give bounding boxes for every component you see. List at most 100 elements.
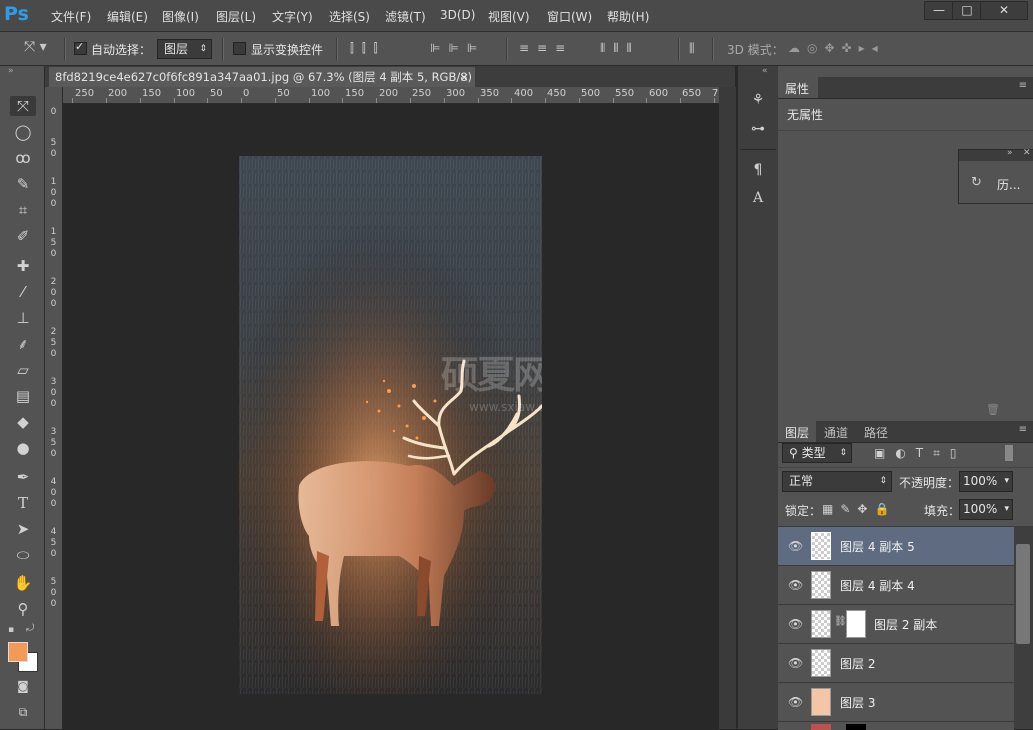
- layer-thumbnail: [811, 688, 831, 716]
- collapse-toolbar-icon[interactable]: »: [8, 66, 14, 76]
- document-image[interactable]: 硕夏网 www.sxiaw.com: [239, 156, 542, 694]
- quick-selection-icon[interactable]: ✎: [10, 174, 36, 194]
- layer-row[interactable]: 👁 图层 4 副本 5: [778, 526, 1014, 565]
- character-panel-icon[interactable]: A: [747, 190, 769, 210]
- distribute-horizontal-icons[interactable]: ⦀⦀⦀: [600, 41, 640, 56]
- menu-filter[interactable]: 滤镜(T): [385, 8, 426, 25]
- menu-view[interactable]: 视图(V): [488, 8, 530, 25]
- eyedropper-icon[interactable]: ✐: [10, 226, 36, 246]
- filter-toggle[interactable]: [1005, 445, 1013, 461]
- gradient-icon[interactable]: ▤: [10, 386, 36, 406]
- ruler-label: 7: [712, 88, 719, 99]
- document-vertical-scrollbar[interactable]: [719, 87, 736, 729]
- layer-row[interactable]: 👁 图层 2: [778, 643, 1014, 682]
- close-document-icon[interactable]: ×: [459, 67, 469, 87]
- layer-row[interactable]: 👁 ⛓ 图层 2 副本: [778, 604, 1014, 643]
- blend-mode-dropdown[interactable]: 正常 ⇕: [782, 471, 892, 492]
- layer-filter-dropdown[interactable]: ⚲ 类型 ⇕: [782, 443, 852, 463]
- tab-layers[interactable]: 图层: [778, 421, 816, 442]
- ellipse-shape-icon[interactable]: ⬭: [10, 545, 36, 565]
- tab-properties[interactable]: 属性: [778, 77, 818, 98]
- collapse-strip-icon[interactable]: «: [762, 66, 768, 76]
- menu-edit[interactable]: 编辑(E): [107, 8, 148, 25]
- close-icon[interactable]: ✕: [1023, 148, 1031, 158]
- eye-icon[interactable]: 👁: [788, 617, 803, 631]
- menu-image[interactable]: 图像(I): [162, 8, 199, 25]
- ruler-label: 0: [50, 249, 57, 259]
- show-transform-checkbox[interactable]: [233, 42, 246, 55]
- floating-panel-header[interactable]: » ✕: [959, 148, 1033, 161]
- history-label[interactable]: 历...: [997, 176, 1020, 193]
- align-icons[interactable]: ⫿⫿⫿: [350, 41, 386, 56]
- auto-select-checkbox[interactable]: ✓: [74, 40, 87, 55]
- auto-select-target-dropdown[interactable]: 图层 ⇕: [157, 39, 212, 59]
- adjust-panel-icon[interactable]: ⚘: [747, 92, 769, 112]
- properties-content: 无属性: [787, 108, 824, 122]
- opacity-field[interactable]: 100% ▾: [959, 471, 1013, 492]
- pen-icon[interactable]: ✒: [10, 467, 36, 487]
- paragraph-panel-icon[interactable]: ¶: [747, 162, 769, 182]
- default-colors-icon[interactable]: ▪: [8, 625, 14, 635]
- elk-photo: [239, 156, 542, 694]
- trash-icon[interactable]: 🗑: [986, 403, 1000, 416]
- layers-scrollbar[interactable]: [1014, 526, 1033, 729]
- zoom-icon[interactable]: ⚲: [10, 599, 36, 619]
- clone-stamp-icon[interactable]: ⊥: [10, 308, 36, 328]
- menu-file[interactable]: 文件(F): [51, 8, 91, 25]
- eraser-icon[interactable]: ▱: [10, 360, 36, 380]
- swap-colors-icon[interactable]: ⤾: [26, 623, 34, 634]
- move-tool-preset-icon[interactable]: ⤧ ▾: [24, 39, 47, 55]
- auto-align-icon[interactable]: ⫼: [689, 41, 695, 56]
- lock-icons[interactable]: ▦✎✥🔒: [822, 502, 896, 516]
- 3d-mode-icons[interactable]: ☁◎✥✜▸◂: [788, 41, 885, 55]
- eye-icon[interactable]: 👁: [788, 656, 803, 670]
- history-brush-icon[interactable]: ⸙: [10, 334, 36, 354]
- panel-menu-icon[interactable]: ≡: [1019, 80, 1027, 91]
- layer-thumbnail: [811, 571, 831, 599]
- layer-row[interactable]: 👁 图层 3: [778, 682, 1014, 721]
- lasso-icon[interactable]: ꝏ: [10, 148, 36, 168]
- hand-icon[interactable]: ✋: [10, 573, 36, 593]
- blur-icon[interactable]: ◆: [10, 412, 36, 432]
- eye-icon[interactable]: 👁: [788, 539, 803, 553]
- layer-row[interactable]: 👁 图层 4 副本 4: [778, 565, 1014, 604]
- menu-3d[interactable]: 3D(D): [440, 8, 475, 22]
- menu-help[interactable]: 帮助(H): [607, 8, 649, 25]
- document-tab[interactable]: 8fd8219ce4e627c0f6fc891a347aa01.jpg @ 67…: [49, 67, 475, 87]
- menu-select[interactable]: 选择(S): [329, 8, 370, 25]
- fill-field[interactable]: 100% ▾: [959, 499, 1013, 520]
- tab-channels[interactable]: 通道: [824, 424, 848, 441]
- dodge-icon[interactable]: ●: [10, 438, 36, 458]
- layer-filter-icons[interactable]: ▣◐T⌗▯: [874, 446, 967, 461]
- move-tool-icon[interactable]: ⤧: [10, 96, 36, 116]
- elliptical-marquee-icon[interactable]: ◯: [10, 122, 36, 142]
- panel-menu-icon[interactable]: ≡: [1019, 424, 1027, 435]
- history-icon[interactable]: ↻: [971, 175, 982, 190]
- healing-brush-icon[interactable]: ✚: [10, 256, 36, 276]
- collapse-icon[interactable]: »: [1007, 148, 1013, 158]
- divider: [222, 38, 224, 60]
- foreground-color-swatch[interactable]: [8, 642, 28, 662]
- brush-icon[interactable]: ⁄: [10, 282, 36, 302]
- ruler-label: 0: [50, 588, 57, 598]
- distribute-vertical-icons[interactable]: ≡≡≡: [519, 41, 573, 55]
- tab-paths[interactable]: 路径: [864, 424, 888, 441]
- crop-icon[interactable]: ⌗: [10, 200, 36, 220]
- eye-icon[interactable]: 👁: [788, 695, 803, 709]
- layer-mask-thumbnail[interactable]: [846, 610, 866, 638]
- photoshop-logo: Ps: [4, 3, 29, 25]
- minimize-button[interactable]: —: [924, 1, 954, 20]
- eye-icon[interactable]: 👁: [788, 578, 803, 592]
- path-selection-icon[interactable]: ➤: [10, 519, 36, 539]
- screen-mode-icon[interactable]: ⧉: [10, 702, 36, 722]
- menu-type[interactable]: 文字(Y): [272, 8, 313, 25]
- layers-scrollbar-thumb[interactable]: [1016, 544, 1030, 644]
- type-tool-icon[interactable]: T: [10, 493, 36, 513]
- maximize-button[interactable]: □: [952, 1, 982, 20]
- close-button[interactable]: ✕: [980, 1, 1028, 20]
- levels-panel-icon[interactable]: ⊶: [747, 121, 769, 141]
- align-horizontal-icons[interactable]: ⊫⊫⊫: [430, 41, 485, 55]
- menu-window[interactable]: 窗口(W): [547, 8, 592, 25]
- menu-layer[interactable]: 图层(L): [216, 8, 256, 25]
- quick-mask-icon[interactable]: ◙: [10, 676, 36, 696]
